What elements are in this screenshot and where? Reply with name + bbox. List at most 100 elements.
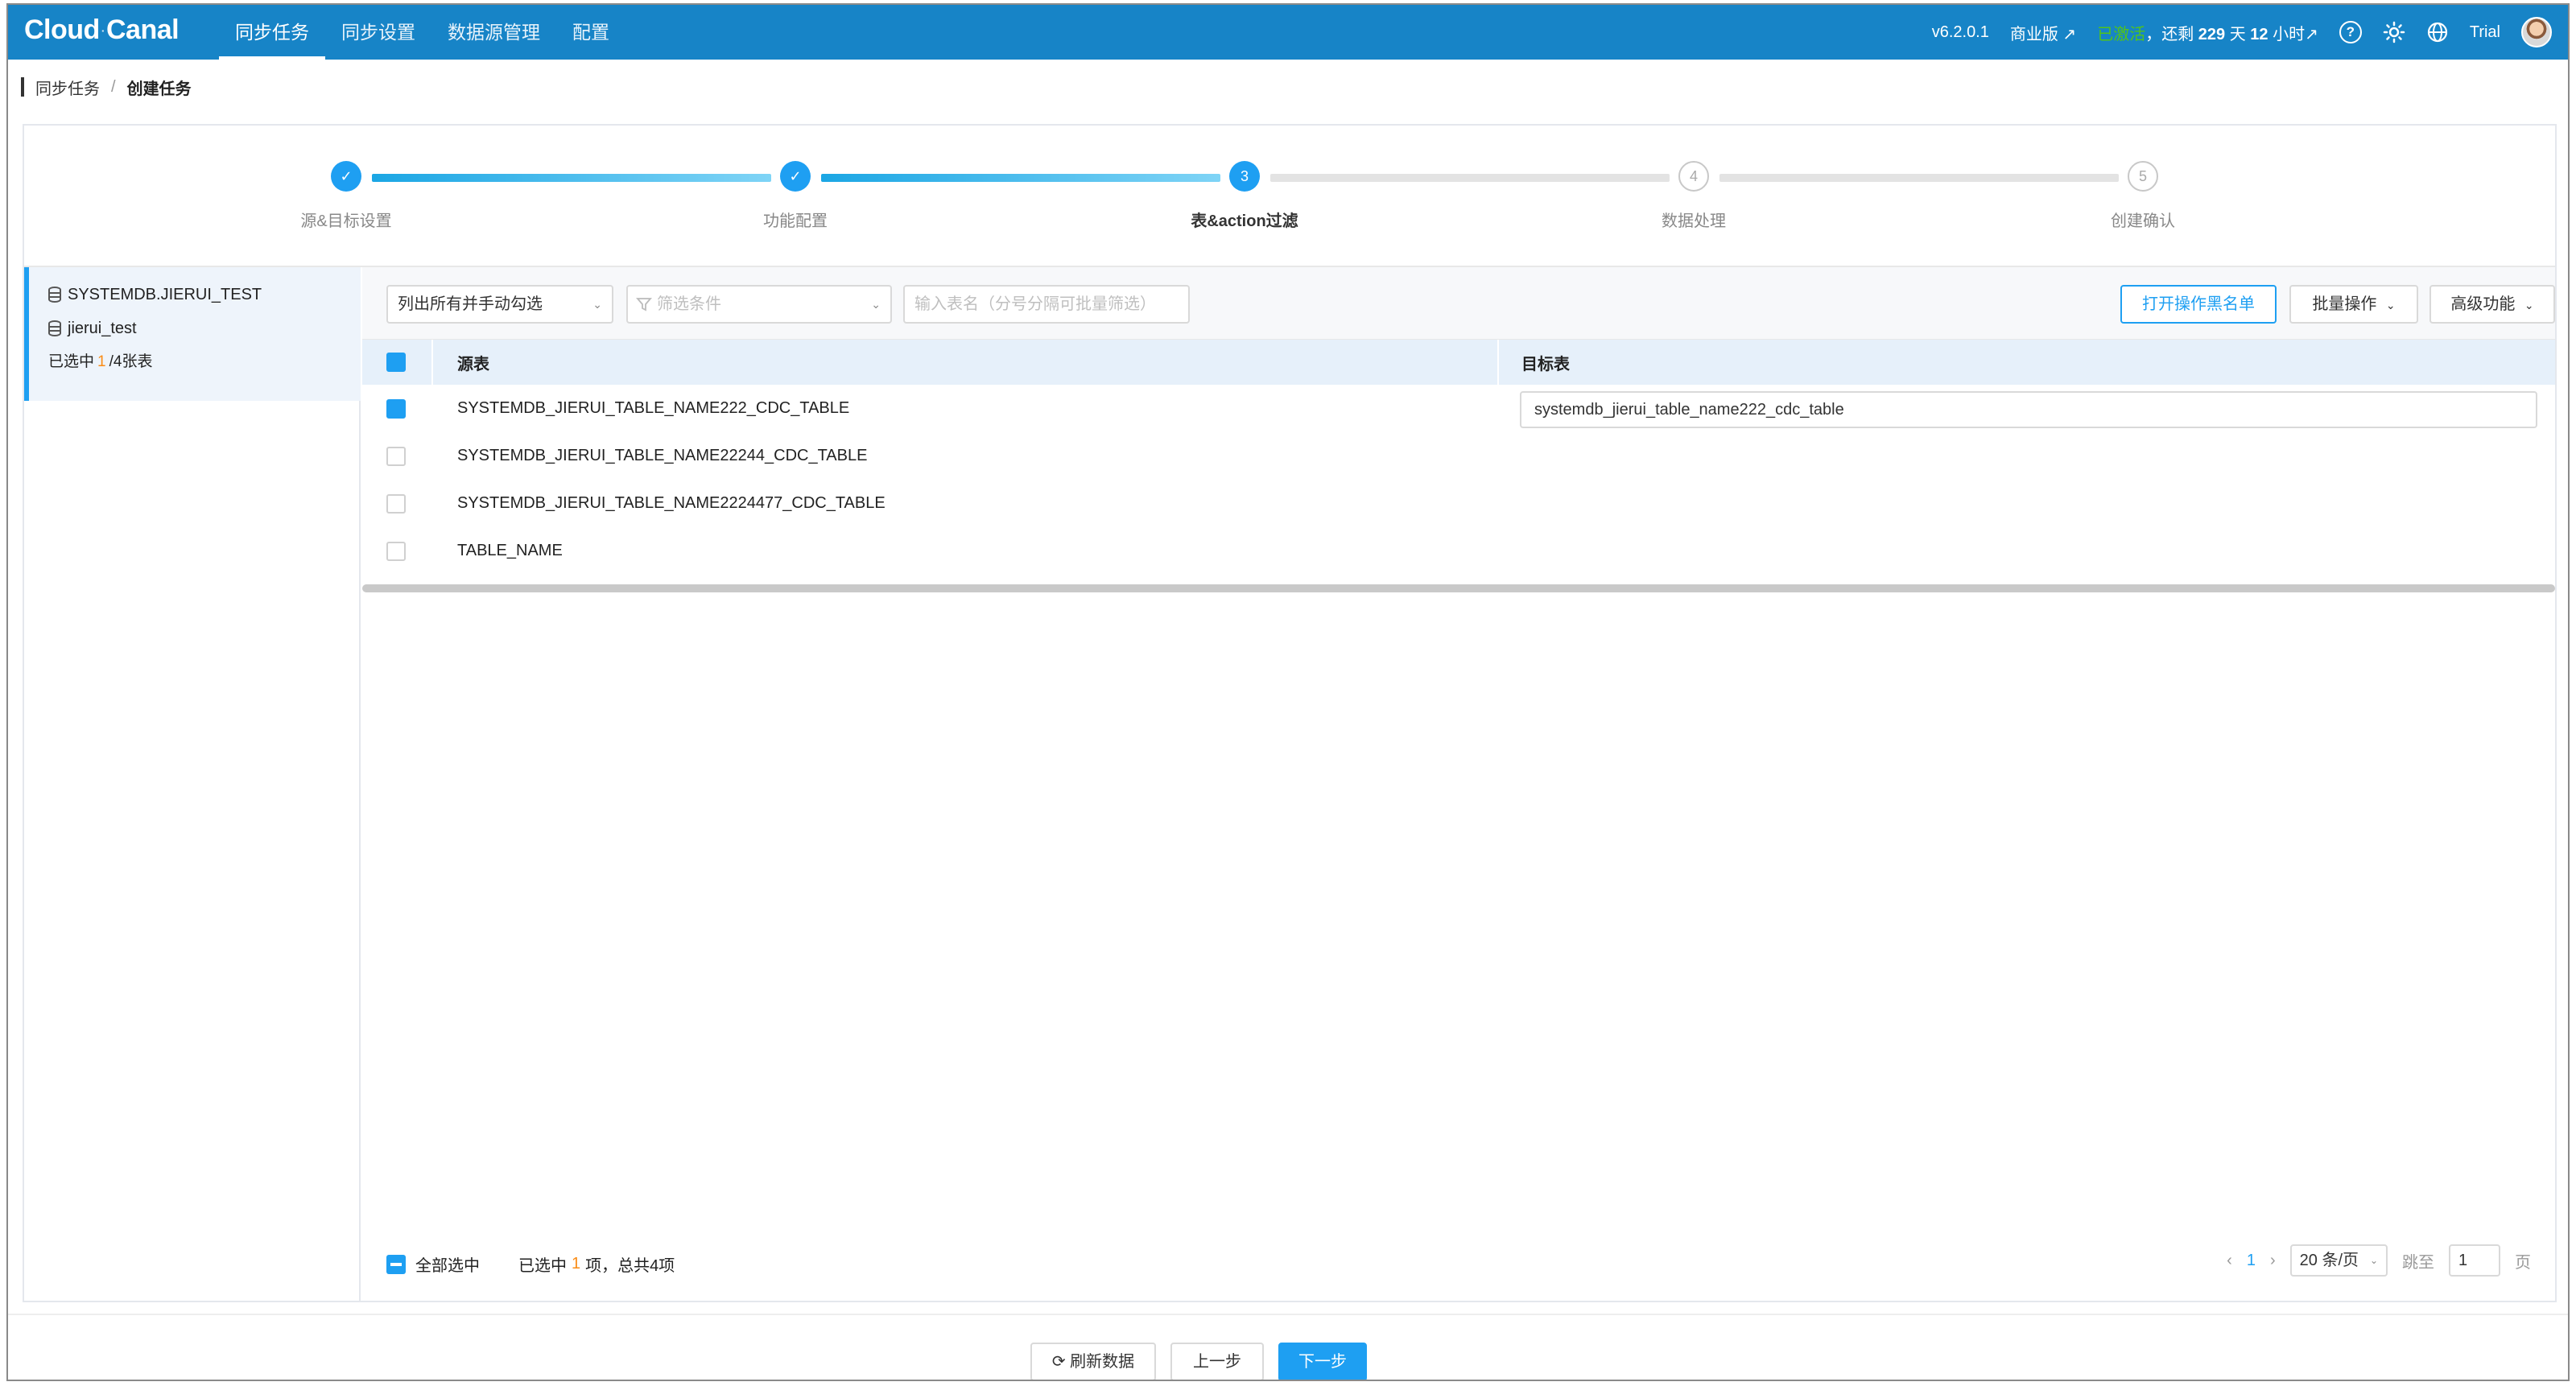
nav-config[interactable]: 配置 — [556, 5, 625, 60]
jump-page-input[interactable]: 1 — [2449, 1244, 2500, 1277]
breadcrumb-parent[interactable]: 同步任务 — [35, 76, 100, 99]
logo-text-canal: Canal — [105, 14, 180, 45]
app-window: Cloud · Canal 同步任务 同步设置 数据源管理 配置 v6.2.0.… — [6, 3, 2570, 1381]
pagination: ‹ 1 › 20 条/页 ⌄ 跳至 1 页 — [2227, 1244, 2531, 1277]
header-select-all-checkbox[interactable] — [386, 353, 406, 372]
source-table-name: SYSTEMDB_JIERUI_TABLE_NAME22244_CDC_TABL… — [457, 447, 868, 464]
target-db-row: jierui_test — [48, 316, 361, 341]
batch-operations-button[interactable]: 批量操作 ⌄ — [2289, 285, 2418, 324]
table-row: SYSTEMDB_JIERUI_TABLE_NAME2224477_CDC_TA… — [362, 480, 2555, 527]
remaining-prefix: ，还剩 — [2145, 25, 2194, 43]
theme-sun-icon[interactable] — [2383, 21, 2405, 43]
next-page-icon[interactable]: › — [2270, 1252, 2276, 1270]
next-step-button[interactable]: 下一步 — [1278, 1343, 1367, 1380]
advanced-features-button[interactable]: 高级功能 ⌄ — [2429, 285, 2555, 324]
row-checkbox[interactable] — [386, 399, 406, 419]
step-4-label: 数据处理 — [1662, 212, 1726, 230]
table-filter-panel: 列出所有并手动勾选 ⌄ 筛选条件 ⌄ 输入表名（分号分隔可批量筛选） 打开操作黑… — [362, 267, 2555, 1301]
db-mapping-item[interactable]: SYSTEMDB.JIERUI_TEST jierui_test 已选中 1/4张… — [24, 267, 361, 401]
create-task-card: ✓ ✓ 3 4 5 源&目标设置 功能配置 表&action过滤 数据处理 创建… — [23, 124, 2557, 1302]
chevron-down-icon: ⌄ — [2369, 1255, 2378, 1266]
column-header-target: 目标表 — [1521, 355, 1570, 373]
edition-link[interactable]: 商业版 ↗ — [2010, 21, 2076, 44]
user-avatar[interactable] — [2521, 17, 2552, 47]
filter-condition-placeholder: 筛选条件 — [657, 295, 721, 313]
remaining-days: 229 — [2198, 25, 2226, 43]
language-globe-icon[interactable] — [2426, 21, 2449, 43]
logo-separator: · — [101, 23, 105, 37]
bottom-action-bar: ⟳ 刷新数据 上一步 下一步 — [8, 1314, 2568, 1380]
target-db-name: jierui_test — [68, 319, 137, 337]
step-connector-3 — [1270, 174, 1670, 182]
breadcrumb-current: 创建任务 — [126, 80, 192, 98]
select-all-label[interactable]: 全部选中 — [415, 1252, 480, 1276]
jump-label: 跳至 — [2402, 1253, 2434, 1272]
top-right-area: v6.2.0.1 商业版 ↗ 已激活，还剩 229 天 12 小时↗ ? Tri… — [1932, 5, 2552, 60]
page-size-value: 20 条/页 — [2299, 1252, 2359, 1269]
source-table-name: SYSTEMDB_JIERUI_TABLE_NAME222_CDC_TABLE — [457, 399, 850, 417]
step-5-indicator: 5 — [2128, 161, 2158, 192]
filter-condition-select[interactable]: 筛选条件 ⌄ — [626, 285, 892, 324]
remaining-hours-unit: 小时↗ — [2273, 25, 2318, 43]
selected-summary-suffix: 项，总共4项 — [585, 1257, 675, 1275]
remaining-hours: 12 — [2250, 25, 2268, 43]
row-checkbox[interactable] — [386, 542, 406, 561]
list-mode-select[interactable]: 列出所有并手动勾选 ⌄ — [386, 285, 613, 324]
activated-label: 已激活 — [2097, 25, 2146, 43]
nav-datasource-management[interactable]: 数据源管理 — [431, 5, 556, 60]
breadcrumb: 同步任务 / 创建任务 — [21, 76, 192, 99]
filter-funnel-icon — [636, 298, 652, 311]
row-checkbox[interactable] — [386, 494, 406, 514]
select-all-checkbox[interactable] — [386, 1254, 406, 1274]
column-divider — [1497, 340, 1499, 385]
selected-summary-prefix: 已选中 — [518, 1257, 567, 1275]
app-logo[interactable]: Cloud · Canal — [24, 14, 180, 46]
horizontal-scrollbar[interactable] — [362, 584, 2555, 592]
previous-step-button[interactable]: 上一步 — [1170, 1343, 1264, 1380]
selected-summary-count: 1 — [572, 1255, 581, 1273]
step-2-label: 功能配置 — [763, 212, 828, 230]
version-text: v6.2.0.1 — [1931, 23, 1989, 41]
chevron-down-icon: ⌄ — [2524, 299, 2534, 311]
advanced-features-label: 高级功能 — [2450, 295, 2516, 313]
page-size-select[interactable]: 20 条/页 ⌄ — [2289, 1244, 2388, 1277]
license-status[interactable]: 已激活，还剩 229 天 12 小时↗ — [2097, 21, 2318, 44]
database-icon — [48, 287, 61, 303]
source-table-name: TABLE_NAME — [457, 542, 563, 559]
step-3-indicator: 3 — [1229, 161, 1260, 192]
step-connector-4 — [1719, 174, 2119, 182]
help-icon[interactable]: ? — [2339, 21, 2362, 43]
source-db-name: SYSTEMDB.JIERUI_TEST — [68, 285, 262, 303]
batch-operations-label: 批量操作 — [2312, 295, 2377, 313]
logo-text-cloud: Cloud — [24, 14, 100, 45]
open-blacklist-button[interactable]: 打开操作黑名单 — [2120, 285, 2277, 324]
selected-prefix: 已选中 — [48, 353, 95, 370]
nav-sync-tasks[interactable]: 同步任务 — [219, 5, 325, 60]
source-db-row: SYSTEMDB.JIERUI_TEST — [48, 282, 361, 307]
chevron-down-icon: ⌄ — [2385, 299, 2396, 311]
row-checkbox[interactable] — [386, 447, 406, 466]
selected-table-count: 已选中 1/4张表 — [48, 349, 361, 371]
step-connector-2 — [821, 174, 1220, 182]
step-1-check-icon: ✓ — [331, 161, 361, 192]
list-mode-value: 列出所有并手动勾选 — [398, 295, 543, 313]
top-navbar: Cloud · Canal 同步任务 同步设置 数据源管理 配置 v6.2.0.… — [8, 5, 2568, 60]
step-1-label: 源&目标设置 — [300, 212, 392, 230]
nav-sync-settings[interactable]: 同步设置 — [325, 5, 431, 60]
table-row: SYSTEMDB_JIERUI_TABLE_NAME22244_CDC_TABL… — [362, 432, 2555, 480]
step-3-label: 表&action过滤 — [1191, 212, 1298, 230]
user-name[interactable]: Trial — [2470, 23, 2500, 42]
page-number-current[interactable]: 1 — [2247, 1252, 2256, 1270]
step-4-indicator: 4 — [1678, 161, 1709, 192]
selected-count: 1 — [97, 353, 106, 370]
table-row: TABLE_NAME — [362, 527, 2555, 575]
selection-summary: 全部选中 已选中 1 项，总共4项 — [386, 1252, 675, 1276]
source-table-name: SYSTEMDB_JIERUI_TABLE_NAME2224477_CDC_TA… — [457, 494, 886, 512]
breadcrumb-separator: / — [111, 77, 116, 96]
refresh-data-button[interactable]: ⟳ 刷新数据 — [1030, 1343, 1156, 1380]
target-table-input[interactable]: systemdb_jierui_table_name222_cdc_table — [1520, 391, 2537, 428]
page-unit-label: 页 — [2515, 1253, 2531, 1272]
column-header-source: 源表 — [457, 355, 489, 373]
prev-page-icon[interactable]: ‹ — [2227, 1252, 2232, 1270]
table-name-search-input[interactable]: 输入表名（分号分隔可批量筛选） — [903, 285, 1190, 324]
